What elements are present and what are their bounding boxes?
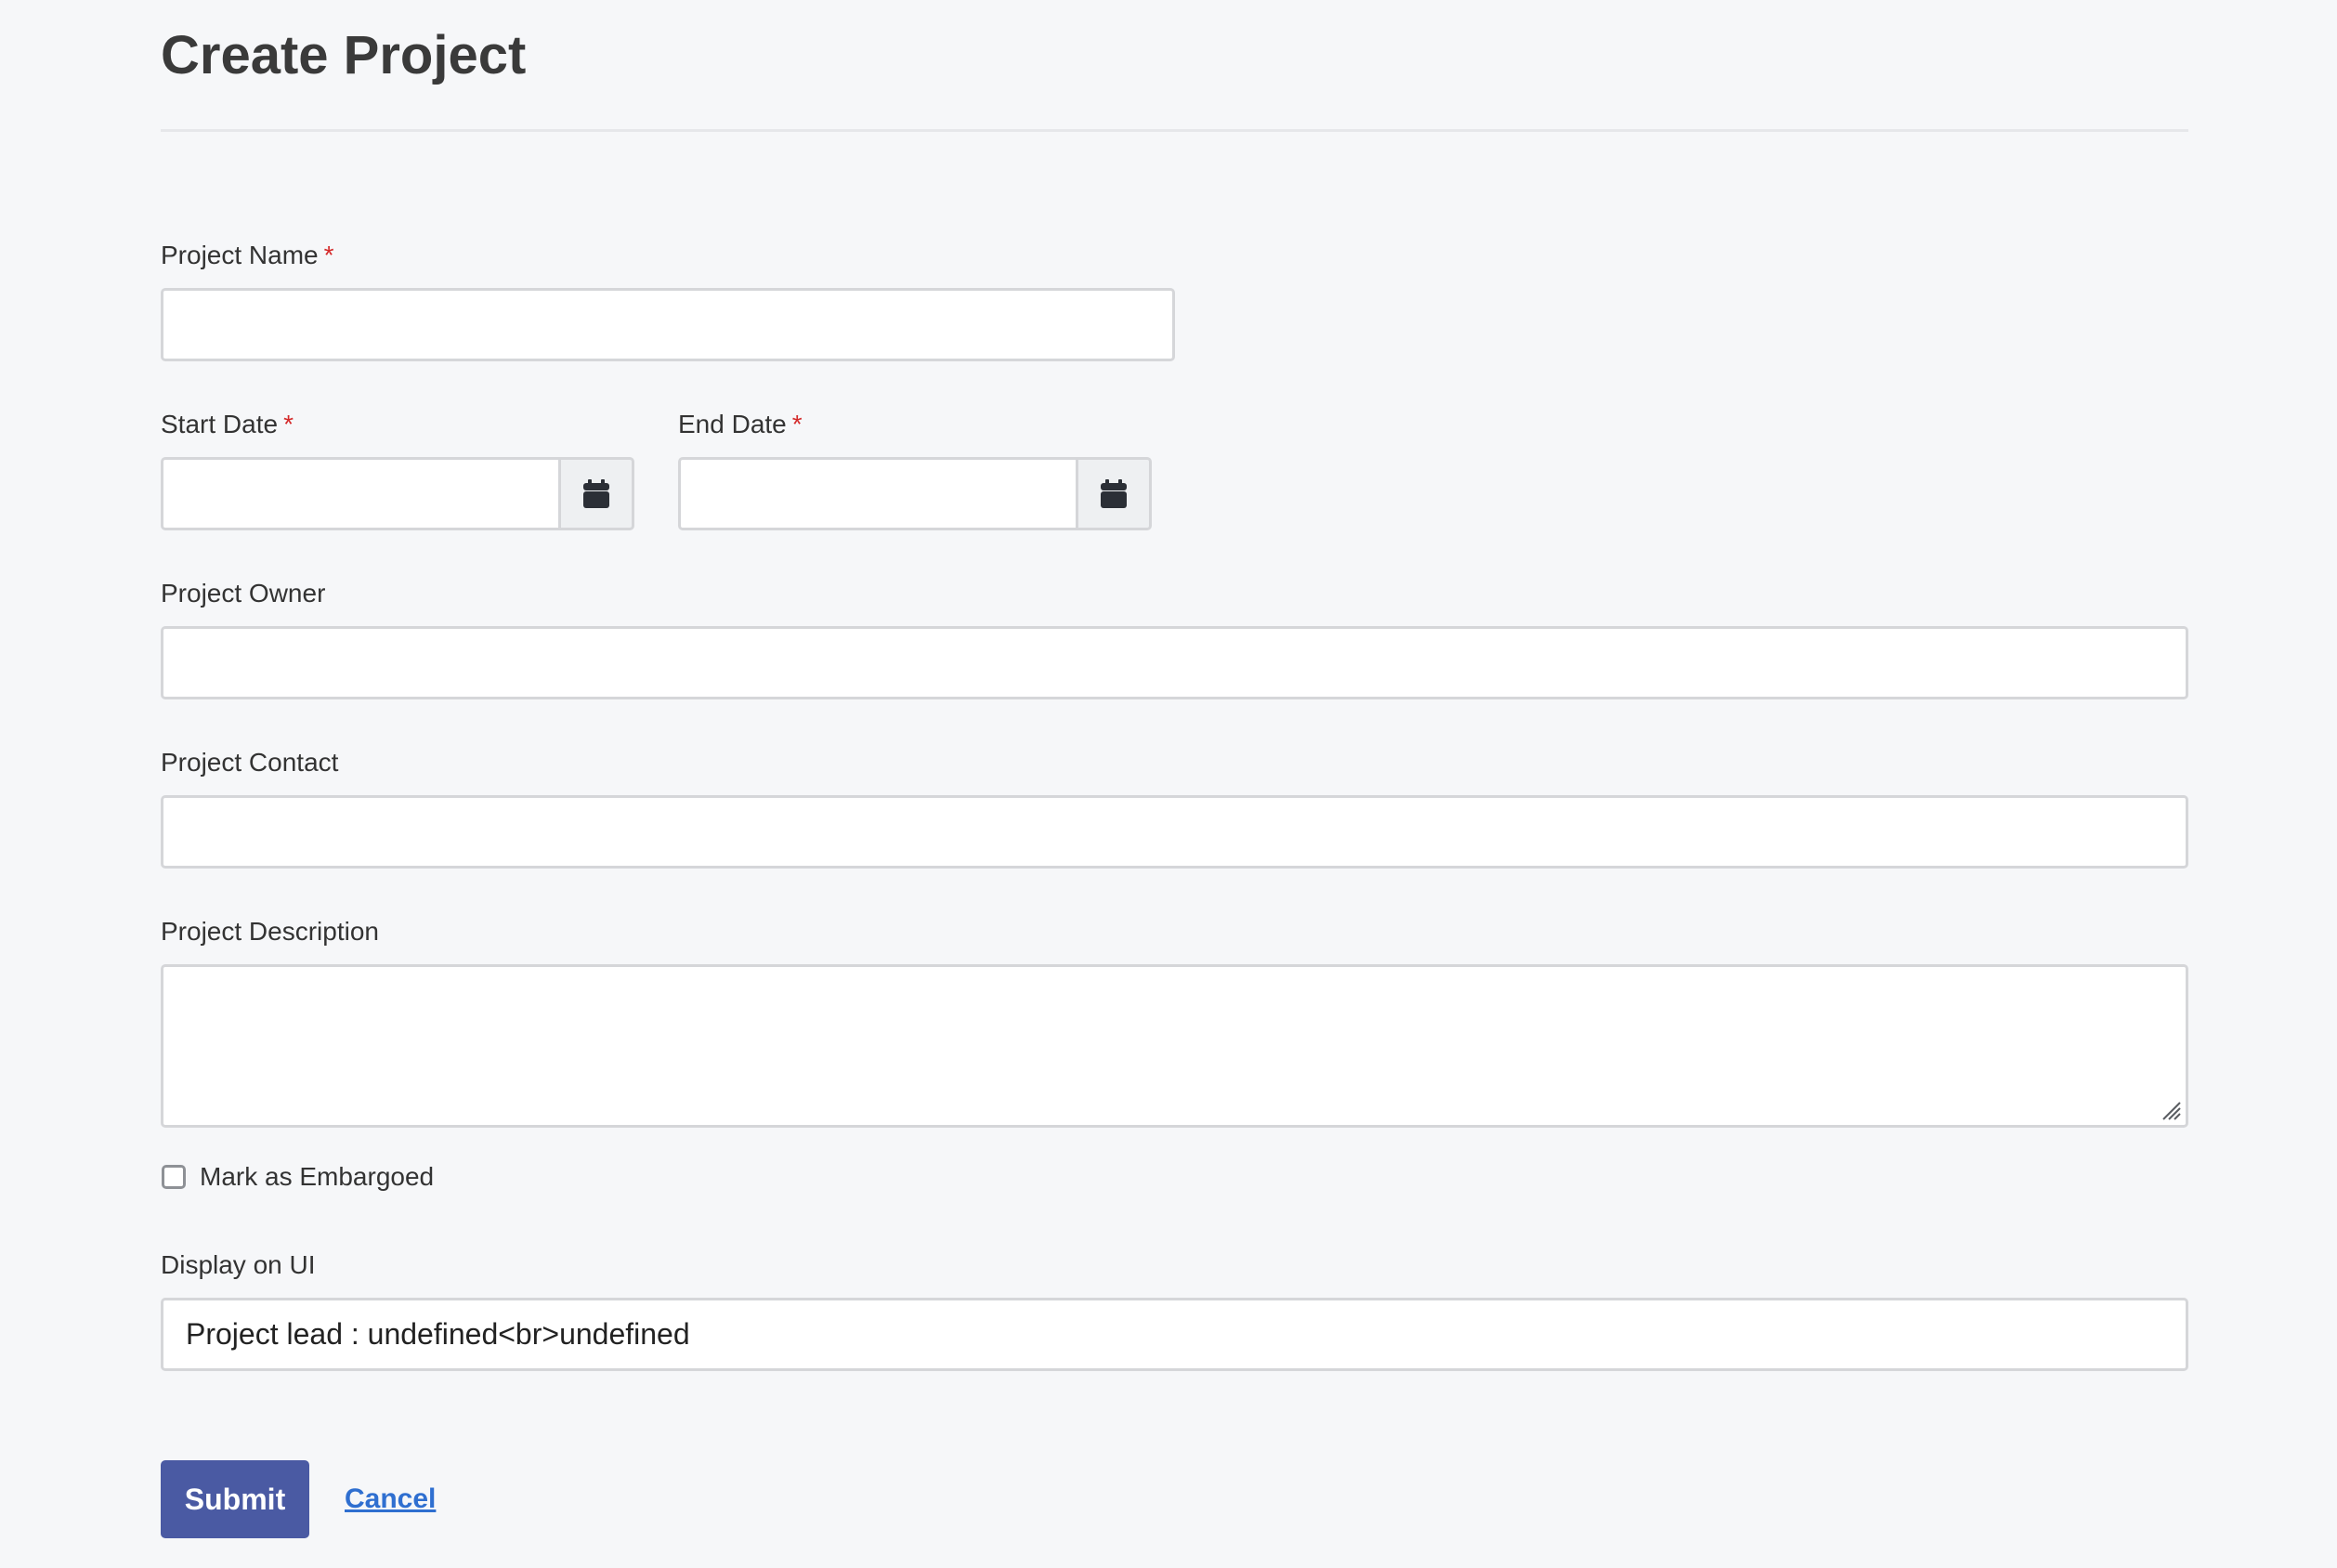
- cancel-link[interactable]: Cancel: [345, 1483, 436, 1516]
- end-date-calendar-button[interactable]: [1076, 457, 1152, 530]
- project-description-textarea[interactable]: [161, 964, 2188, 1128]
- start-date-calendar-button[interactable]: [558, 457, 634, 530]
- project-name-label: Project Name *: [161, 240, 334, 271]
- calendar-icon: [1101, 478, 1127, 508]
- project-owner-input[interactable]: [161, 626, 2188, 699]
- start-date-label-text: Start Date: [161, 410, 279, 438]
- resize-grip-icon[interactable]: [2160, 1099, 2182, 1121]
- display-on-ui-input[interactable]: [161, 1298, 2188, 1371]
- required-marker: *: [791, 410, 803, 438]
- start-date-input[interactable]: [161, 457, 558, 530]
- end-date-label-text: End Date: [678, 410, 787, 438]
- start-date-group: [161, 457, 634, 530]
- project-contact-input[interactable]: [161, 795, 2188, 869]
- project-name-label-text: Project Name: [161, 241, 319, 269]
- end-date-input[interactable]: [678, 457, 1076, 530]
- project-contact-label: Project Contact: [161, 748, 339, 777]
- page-title: Create Project: [161, 25, 527, 85]
- project-description-label: Project Description: [161, 917, 379, 946]
- submit-button[interactable]: Submit: [161, 1460, 309, 1538]
- end-date-label: End Date *: [678, 409, 803, 440]
- display-on-ui-label: Display on UI: [161, 1250, 316, 1279]
- end-date-group: [678, 457, 1152, 530]
- start-date-label: Start Date *: [161, 409, 294, 440]
- calendar-icon: [583, 478, 609, 508]
- project-owner-label: Project Owner: [161, 579, 326, 608]
- title-divider: [161, 129, 2188, 132]
- embargo-label: Mark as Embargoed: [200, 1162, 435, 1191]
- required-marker: *: [283, 410, 294, 438]
- embargo-checkbox[interactable]: [162, 1165, 186, 1189]
- required-marker: *: [323, 241, 334, 269]
- create-project-page: Create Project Project Name * Start Date *…: [0, 0, 2337, 1568]
- project-name-input[interactable]: [161, 288, 1175, 361]
